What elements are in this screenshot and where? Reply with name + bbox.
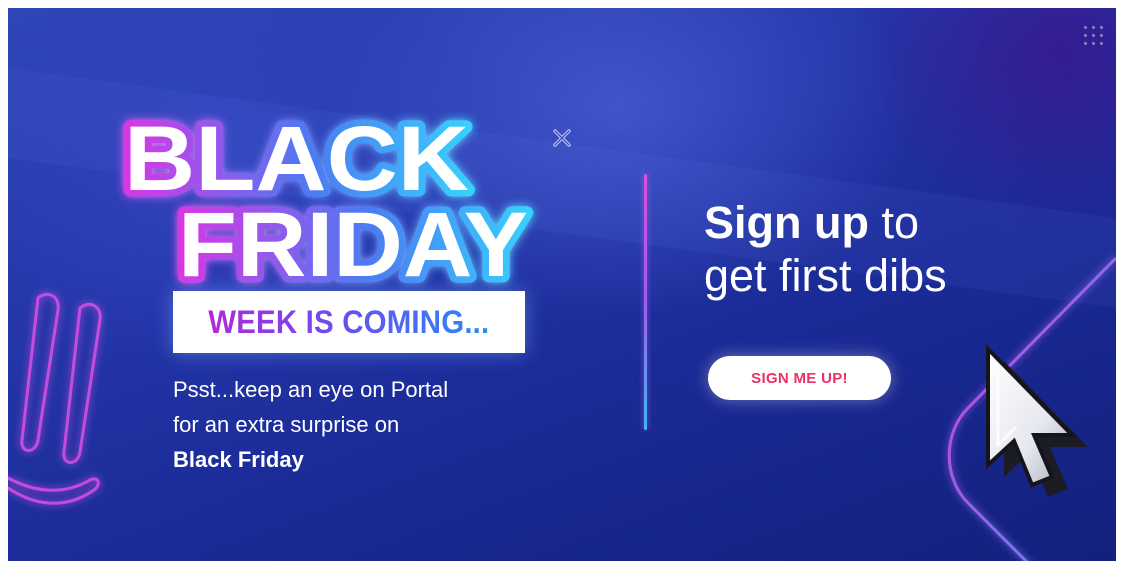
- cta-title-bold: Sign up: [704, 197, 869, 248]
- black-friday-banner: BLACK FRIDAY WEEK IS COMING... Psst...ke…: [8, 8, 1116, 561]
- sign-me-up-button[interactable]: SIGN ME UP!: [708, 356, 891, 400]
- cta-title-line2: get first dibs: [704, 250, 947, 301]
- black-friday-headline: BLACK FRIDAY: [118, 112, 535, 292]
- subheadline: WEEK IS COMING...: [208, 304, 490, 340]
- headline-line2: FRIDAY: [178, 194, 528, 292]
- description-line1: Psst...keep an eye on Portal: [173, 377, 449, 402]
- vertical-divider: [644, 174, 647, 430]
- grid-dots-icon[interactable]: [1084, 26, 1110, 52]
- close-icon[interactable]: [551, 127, 573, 149]
- mouse-pointer-icon: [986, 344, 1088, 497]
- cta-title-rest: to: [868, 197, 920, 248]
- description-line3: Black Friday: [173, 447, 304, 472]
- cta-title: Sign up to get first dibs: [704, 196, 947, 302]
- description-line2: for an extra surprise on: [173, 412, 400, 437]
- week-is-coming-box: WEEK IS COMING...: [173, 291, 525, 353]
- description: Psst...keep an eye on Portal for an extr…: [173, 372, 593, 477]
